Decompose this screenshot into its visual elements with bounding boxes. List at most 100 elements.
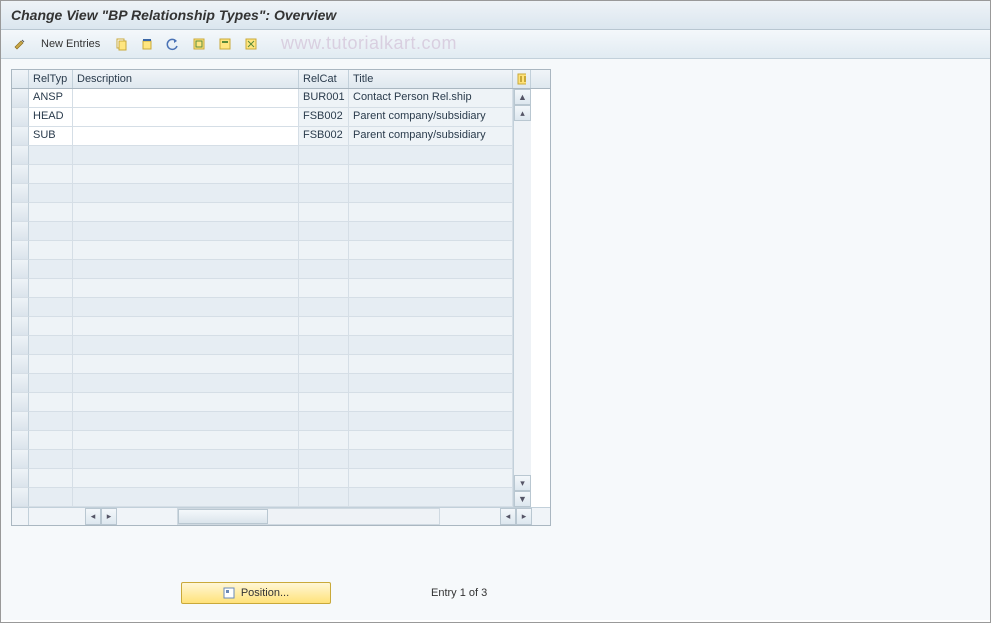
title-bar: Change View "BP Relationship Types": Ove… (1, 1, 990, 30)
row-handle[interactable] (12, 279, 29, 298)
table-row[interactable]: ANSP BUR001Contact Person Rel.ship (29, 89, 513, 108)
copy-icon[interactable] (110, 34, 132, 54)
table-settings-icon[interactable] (513, 70, 531, 88)
hscroll-track[interactable] (177, 508, 440, 525)
row-handle[interactable] (12, 393, 29, 412)
scroll-right-full-button[interactable]: ▸ (516, 508, 532, 525)
cell-relcat (299, 450, 349, 468)
cell-description (73, 298, 299, 316)
deselect-all-icon[interactable] (240, 34, 262, 54)
cell-description (73, 260, 299, 278)
row-handle[interactable] (12, 469, 29, 488)
cell-reltyp[interactable]: SUB (29, 127, 73, 145)
cell-reltyp (29, 336, 73, 354)
cell-relcat (299, 298, 349, 316)
row-handle[interactable] (12, 450, 29, 469)
column-header-relcat[interactable]: RelCat (299, 70, 349, 88)
column-header-reltyp[interactable]: RelTyp (29, 70, 73, 88)
cell-description (73, 241, 299, 259)
row-handle[interactable] (12, 298, 29, 317)
select-all-icon[interactable] (188, 34, 210, 54)
table-row (29, 412, 513, 431)
scroll-up-step-button[interactable]: ▴ (514, 105, 531, 121)
cell-relcat (299, 336, 349, 354)
cell-title: Contact Person Rel.ship (349, 89, 513, 107)
scroll-left-full-button[interactable]: ◂ (85, 508, 101, 525)
row-handle[interactable] (12, 146, 29, 165)
table-row (29, 393, 513, 412)
cell-description[interactable] (73, 108, 299, 126)
vertical-scrollbar[interactable]: ▲ ▴ ▾ ▼ (513, 89, 531, 507)
table-row (29, 146, 513, 165)
row-handle[interactable] (12, 260, 29, 279)
row-handle[interactable] (12, 203, 29, 222)
row-handle[interactable] (12, 374, 29, 393)
cell-description (73, 450, 299, 468)
scroll-down-button[interactable]: ▼ (514, 491, 531, 507)
row-handle[interactable] (12, 89, 29, 108)
hscroll-thumb[interactable] (178, 509, 268, 524)
cell-reltyp (29, 222, 73, 240)
row-handle[interactable] (12, 412, 29, 431)
grid-body: ANSP BUR001Contact Person Rel.shipHEADFSB… (12, 89, 550, 507)
cell-relcat (299, 146, 349, 164)
column-header-title[interactable]: Title (349, 70, 513, 88)
toolbar: New Entries www.tutorialkart.com (1, 30, 990, 59)
table-row (29, 469, 513, 488)
cell-reltyp[interactable]: ANSP (29, 89, 73, 107)
horizontal-scrollbar[interactable]: ◂ ▸ ◂ ▸ (12, 507, 550, 525)
new-entries-button[interactable]: New Entries (35, 34, 106, 54)
delete-icon[interactable] (136, 34, 158, 54)
row-handle[interactable] (12, 222, 29, 241)
cell-relcat (299, 260, 349, 278)
row-handle[interactable] (12, 355, 29, 374)
cell-reltyp (29, 412, 73, 430)
table-row (29, 241, 513, 260)
row-handles-column (12, 89, 29, 507)
cell-description (73, 355, 299, 373)
cell-reltyp (29, 241, 73, 259)
table-row (29, 431, 513, 450)
scroll-up-button[interactable]: ▲ (514, 89, 531, 105)
row-handle[interactable] (12, 108, 29, 127)
row-handle[interactable] (12, 336, 29, 355)
select-block-icon[interactable] (214, 34, 236, 54)
table-row (29, 488, 513, 507)
undo-icon[interactable] (162, 34, 184, 54)
column-header-description[interactable]: Description (73, 70, 299, 88)
cell-reltyp (29, 355, 73, 373)
cell-title (349, 241, 513, 259)
scroll-left-button[interactable]: ▸ (101, 508, 117, 525)
row-handle[interactable] (12, 488, 29, 507)
cell-relcat (299, 374, 349, 392)
row-handle[interactable] (12, 127, 29, 146)
row-handle[interactable] (12, 184, 29, 203)
row-handle[interactable] (12, 431, 29, 450)
cell-reltyp (29, 298, 73, 316)
table-row[interactable]: HEADFSB002Parent company/subsidiary (29, 108, 513, 127)
position-button[interactable]: Position... (181, 582, 331, 604)
table-row[interactable]: SUBFSB002Parent company/subsidiary (29, 127, 513, 146)
table-row (29, 203, 513, 222)
cell-description (73, 393, 299, 411)
scroll-down-step-button[interactable]: ▾ (514, 475, 531, 491)
cell-reltyp[interactable]: HEAD (29, 108, 73, 126)
cell-description[interactable] (73, 89, 299, 107)
table-row (29, 450, 513, 469)
row-handle[interactable] (12, 317, 29, 336)
scroll-track[interactable] (514, 121, 531, 475)
row-handle[interactable] (12, 165, 29, 184)
cell-relcat (299, 393, 349, 411)
cell-relcat (299, 203, 349, 221)
cell-title (349, 203, 513, 221)
cell-title (349, 298, 513, 316)
cell-description[interactable] (73, 127, 299, 145)
cell-description (73, 488, 299, 506)
cell-relcat: BUR001 (299, 89, 349, 107)
cell-description (73, 374, 299, 392)
cell-description (73, 184, 299, 202)
select-column-header[interactable] (12, 70, 29, 88)
row-handle[interactable] (12, 241, 29, 260)
toggle-change-icon[interactable] (9, 34, 31, 54)
scroll-right-button[interactable]: ◂ (500, 508, 516, 525)
